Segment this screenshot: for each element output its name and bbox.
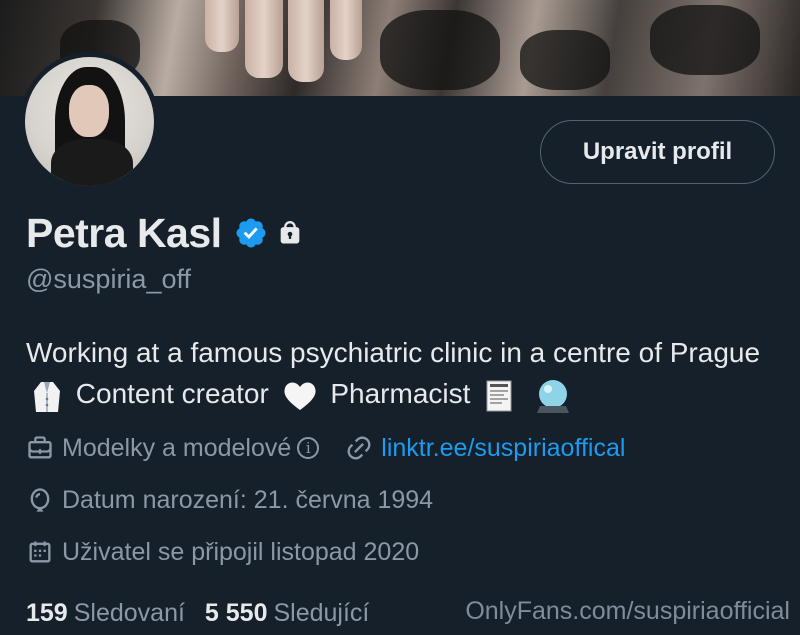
calendar-icon xyxy=(29,541,51,563)
link-icon xyxy=(347,436,371,460)
receipt-emoji xyxy=(486,380,512,412)
followers-label[interactable]: Sledující xyxy=(273,599,369,628)
balloon-icon xyxy=(30,488,50,512)
briefcase-icon xyxy=(28,436,52,459)
white-heart-emoji xyxy=(284,382,316,410)
verified-badge-icon[interactable] xyxy=(234,216,268,250)
birthday-row: Datum narození: 21. června 1994 xyxy=(26,482,433,518)
crystal-ball-emoji xyxy=(536,379,569,413)
profile-bio: Working at a famous psychiatric clinic i… xyxy=(26,332,776,414)
profile-birthday: Datum narození: 21. června 1994 xyxy=(62,485,434,514)
lab-coat-emoji xyxy=(34,381,60,412)
edit-profile-button[interactable]: Upravit profil xyxy=(540,120,775,184)
watermark-text: OnlyFans.com/suspiriaofficial xyxy=(465,597,790,625)
profile-avatar[interactable] xyxy=(20,52,159,191)
following-count[interactable]: 159 xyxy=(26,599,68,628)
profile-name-row: Petra Kasl xyxy=(26,205,304,261)
info-icon[interactable]: i xyxy=(297,437,320,459)
bio-text-3: Pharmacist xyxy=(330,378,471,409)
follow-stats: 159 Sledovaní 5 550 Sledující xyxy=(26,595,389,631)
profile-name: Petra Kasl xyxy=(26,209,222,256)
followers-count[interactable]: 5 550 xyxy=(205,599,268,628)
profile-link[interactable]: linktr.ee/suspiriaoffical xyxy=(381,434,625,463)
bio-text-2: Content creator xyxy=(75,378,269,409)
profile-joined-date: Uživatel se připojil listopad 2020 xyxy=(62,537,420,566)
following-label[interactable]: Sledovaní xyxy=(74,599,185,628)
bio-text-1: Working at a famous psychiatric clinic i… xyxy=(26,337,761,368)
profile-handle: @suspiria_off xyxy=(26,264,191,294)
profile-category: Modelky a modelové xyxy=(62,433,292,462)
lock-icon xyxy=(280,221,299,244)
category-row: Modelky a modelové i linktr.ee/suspiriao… xyxy=(26,430,625,466)
joined-row: Uživatel se připojil listopad 2020 xyxy=(26,534,419,570)
